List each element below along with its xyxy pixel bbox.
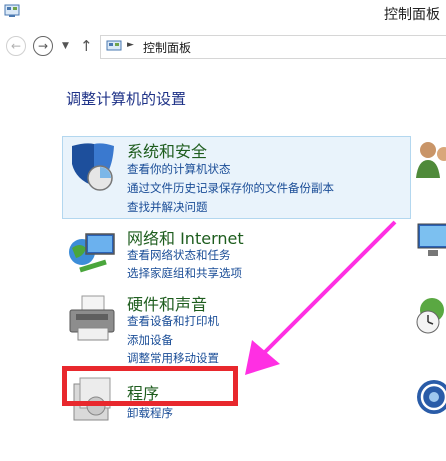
ease-of-access-icon[interactable] <box>414 375 446 419</box>
annotation-arrow <box>245 220 397 375</box>
user-accounts-icon[interactable] <box>414 138 446 182</box>
appearance-monitor-icon[interactable] <box>414 218 446 262</box>
clock-globe-icon[interactable] <box>414 294 446 338</box>
